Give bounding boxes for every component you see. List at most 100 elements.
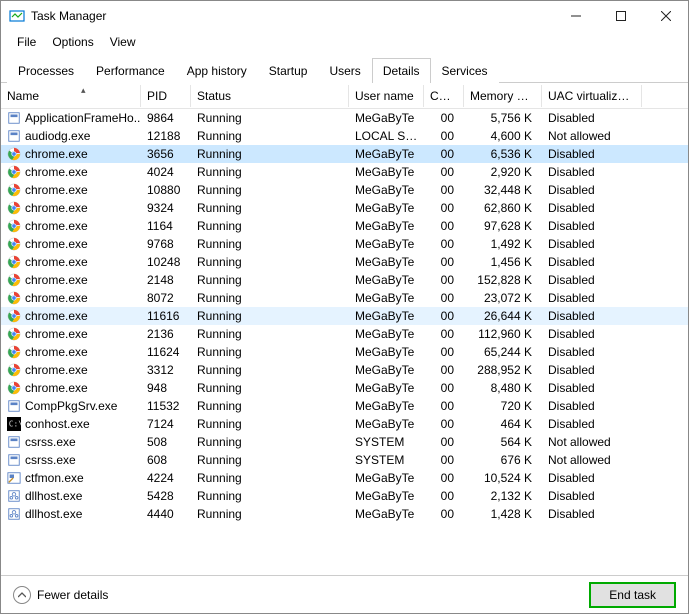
- chrome-icon: [7, 327, 21, 341]
- tab-processes[interactable]: Processes: [7, 58, 85, 83]
- table-row[interactable]: dllhost.exe4440RunningMeGaByTe001,428 KD…: [1, 505, 688, 523]
- table-row[interactable]: chrome.exe2136RunningMeGaByTe00112,960 K…: [1, 325, 688, 343]
- table-row[interactable]: chrome.exe4024RunningMeGaByTe002,920 KDi…: [1, 163, 688, 181]
- process-cpu: 00: [424, 182, 464, 198]
- process-pid: 12188: [141, 128, 191, 144]
- process-status: Running: [191, 236, 349, 252]
- process-name: chrome.exe: [25, 381, 88, 395]
- tab-services[interactable]: Services: [431, 58, 499, 83]
- table-row[interactable]: ctfmon.exe4224RunningMeGaByTe0010,524 KD…: [1, 469, 688, 487]
- process-name: conhost.exe: [25, 417, 90, 431]
- tab-users[interactable]: Users: [318, 58, 371, 83]
- tab-details[interactable]: Details: [372, 58, 431, 83]
- menu-view[interactable]: View: [102, 33, 144, 51]
- table-row[interactable]: chrome.exe10880RunningMeGaByTe0032,448 K…: [1, 181, 688, 199]
- table-row[interactable]: chrome.exe9768RunningMeGaByTe001,492 KDi…: [1, 235, 688, 253]
- process-pid: 3656: [141, 146, 191, 162]
- process-name: chrome.exe: [25, 345, 88, 359]
- table-row[interactable]: csrss.exe608RunningSYSTEM00676 KNot allo…: [1, 451, 688, 469]
- table-row[interactable]: ApplicationFrameHo...9864RunningMeGaByTe…: [1, 109, 688, 127]
- process-list[interactable]: ApplicationFrameHo...9864RunningMeGaByTe…: [1, 109, 688, 575]
- process-uac: Disabled: [542, 488, 642, 504]
- process-name: chrome.exe: [25, 165, 88, 179]
- tab-performance[interactable]: Performance: [85, 58, 176, 83]
- process-cpu: 00: [424, 434, 464, 450]
- process-status: Running: [191, 362, 349, 378]
- process-memory: 152,828 K: [464, 272, 542, 288]
- process-cpu: 00: [424, 254, 464, 270]
- process-memory: 8,480 K: [464, 380, 542, 396]
- table-row[interactable]: dllhost.exe5428RunningMeGaByTe002,132 KD…: [1, 487, 688, 505]
- process-pid: 11532: [141, 398, 191, 414]
- col-memory[interactable]: Memory (a...: [464, 85, 542, 107]
- process-uac: Disabled: [542, 182, 642, 198]
- table-row[interactable]: chrome.exe1164RunningMeGaByTe0097,628 KD…: [1, 217, 688, 235]
- chrome-icon: [7, 291, 21, 305]
- window-title: Task Manager: [31, 9, 553, 23]
- tab-startup[interactable]: Startup: [258, 58, 319, 83]
- process-uac: Disabled: [542, 344, 642, 360]
- table-row[interactable]: chrome.exe11624RunningMeGaByTe0065,244 K…: [1, 343, 688, 361]
- process-status: Running: [191, 380, 349, 396]
- process-user: MeGaByTe: [349, 344, 424, 360]
- table-row[interactable]: chrome.exe8072RunningMeGaByTe0023,072 KD…: [1, 289, 688, 307]
- process-name: dllhost.exe: [25, 489, 82, 503]
- process-cpu: 00: [424, 488, 464, 504]
- process-status: Running: [191, 344, 349, 360]
- table-row[interactable]: chrome.exe948RunningMeGaByTe008,480 KDis…: [1, 379, 688, 397]
- fewer-details-label: Fewer details: [37, 588, 108, 602]
- table-row[interactable]: chrome.exe3656RunningMeGaByTe006,536 KDi…: [1, 145, 688, 163]
- process-uac: Not allowed: [542, 452, 642, 468]
- process-user: LOCAL SE...: [349, 128, 424, 144]
- table-row[interactable]: csrss.exe508RunningSYSTEM00564 KNot allo…: [1, 433, 688, 451]
- process-uac: Disabled: [542, 236, 642, 252]
- chevron-up-icon: [13, 586, 31, 604]
- minimize-button[interactable]: [553, 1, 598, 31]
- process-uac: Disabled: [542, 272, 642, 288]
- process-pid: 11624: [141, 344, 191, 360]
- process-name: chrome.exe: [25, 273, 88, 287]
- col-uac[interactable]: UAC virtualizat...: [542, 85, 642, 107]
- table-row[interactable]: chrome.exe9324RunningMeGaByTe0062,860 KD…: [1, 199, 688, 217]
- process-status: Running: [191, 452, 349, 468]
- col-name[interactable]: Name▴: [1, 85, 141, 107]
- console-icon: C:\: [7, 417, 21, 431]
- footer-bar: Fewer details End task: [1, 575, 688, 613]
- process-memory: 288,952 K: [464, 362, 542, 378]
- process-uac: Disabled: [542, 362, 642, 378]
- app-icon: [7, 399, 21, 413]
- process-cpu: 00: [424, 272, 464, 288]
- menu-file[interactable]: File: [9, 33, 44, 51]
- table-row[interactable]: CompPkgSrv.exe11532RunningMeGaByTe00720 …: [1, 397, 688, 415]
- process-user: MeGaByTe: [349, 164, 424, 180]
- table-row[interactable]: chrome.exe2148RunningMeGaByTe00152,828 K…: [1, 271, 688, 289]
- col-status[interactable]: Status: [191, 85, 349, 107]
- end-task-button[interactable]: End task: [589, 582, 676, 608]
- process-status: Running: [191, 128, 349, 144]
- process-cpu: 00: [424, 290, 464, 306]
- col-pid[interactable]: PID: [141, 85, 191, 107]
- process-user: MeGaByTe: [349, 110, 424, 126]
- process-memory: 6,536 K: [464, 146, 542, 162]
- tab-app-history[interactable]: App history: [176, 58, 258, 83]
- maximize-button[interactable]: [598, 1, 643, 31]
- process-uac: Disabled: [542, 290, 642, 306]
- process-status: Running: [191, 416, 349, 432]
- menu-options[interactable]: Options: [44, 33, 101, 51]
- table-row[interactable]: audiodg.exe12188RunningLOCAL SE...004,60…: [1, 127, 688, 145]
- process-pid: 508: [141, 434, 191, 450]
- process-user: MeGaByTe: [349, 308, 424, 324]
- process-pid: 10248: [141, 254, 191, 270]
- col-user[interactable]: User name: [349, 85, 424, 107]
- col-cpu[interactable]: CPU: [424, 85, 464, 107]
- table-row[interactable]: chrome.exe10248RunningMeGaByTe001,456 KD…: [1, 253, 688, 271]
- fewer-details-toggle[interactable]: Fewer details: [13, 586, 108, 604]
- close-button[interactable]: [643, 1, 688, 31]
- table-row[interactable]: chrome.exe11616RunningMeGaByTe0026,644 K…: [1, 307, 688, 325]
- process-memory: 464 K: [464, 416, 542, 432]
- table-row[interactable]: C:\conhost.exe7124RunningMeGaByTe00464 K…: [1, 415, 688, 433]
- process-status: Running: [191, 506, 349, 522]
- process-uac: Disabled: [542, 218, 642, 234]
- process-pid: 7124: [141, 416, 191, 432]
- table-row[interactable]: chrome.exe3312RunningMeGaByTe00288,952 K…: [1, 361, 688, 379]
